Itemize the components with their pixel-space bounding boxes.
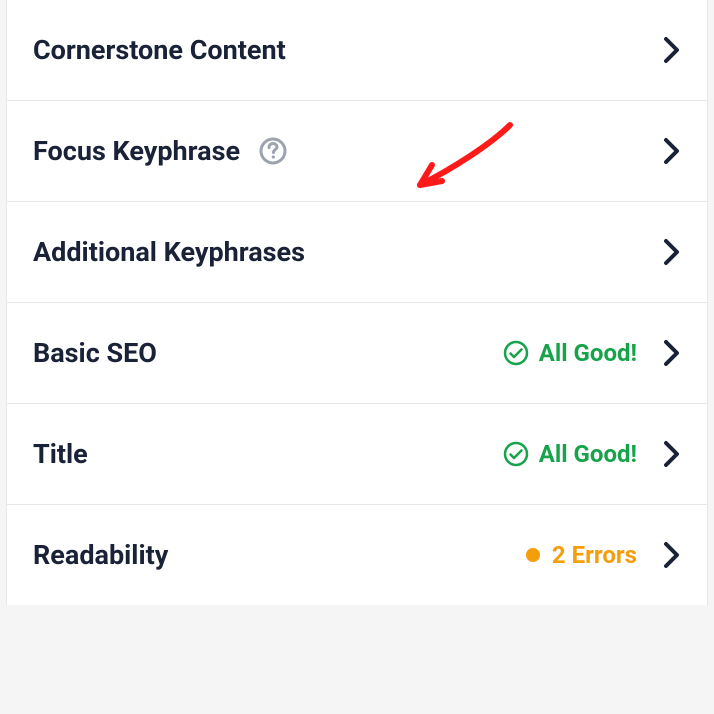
item-label: Cornerstone Content — [33, 34, 286, 66]
status-badge: 2 Errors — [524, 541, 637, 569]
item-readability[interactable]: Readability 2 Errors — [7, 504, 707, 605]
status-text: All Good! — [539, 440, 637, 468]
item-label: Focus Keyphrase — [33, 135, 240, 167]
status-badge: All Good! — [503, 339, 637, 367]
item-label: Title — [33, 438, 88, 470]
item-additional-keyphrases[interactable]: Additional Keyphrases — [7, 201, 707, 302]
item-label: Additional Keyphrases — [33, 236, 305, 268]
dot-icon — [524, 546, 542, 564]
status-badge: All Good! — [503, 440, 637, 468]
item-basic-seo[interactable]: Basic SEO All Good! — [7, 302, 707, 403]
chevron-right-icon — [663, 238, 681, 266]
item-label: Basic SEO — [33, 337, 157, 369]
item-title[interactable]: Title All Good! — [7, 403, 707, 504]
item-label: Readability — [33, 539, 168, 571]
item-cornerstone-content[interactable]: Cornerstone Content — [7, 0, 707, 100]
check-circle-icon — [503, 340, 529, 366]
status-text: 2 Errors — [552, 541, 637, 569]
chevron-right-icon — [663, 541, 681, 569]
chevron-right-icon — [663, 339, 681, 367]
status-text: All Good! — [539, 339, 637, 367]
check-circle-icon — [503, 441, 529, 467]
help-icon[interactable] — [258, 136, 288, 166]
chevron-right-icon — [663, 440, 681, 468]
chevron-right-icon — [663, 36, 681, 64]
chevron-right-icon — [663, 137, 681, 165]
item-focus-keyphrase[interactable]: Focus Keyphrase — [7, 100, 707, 201]
